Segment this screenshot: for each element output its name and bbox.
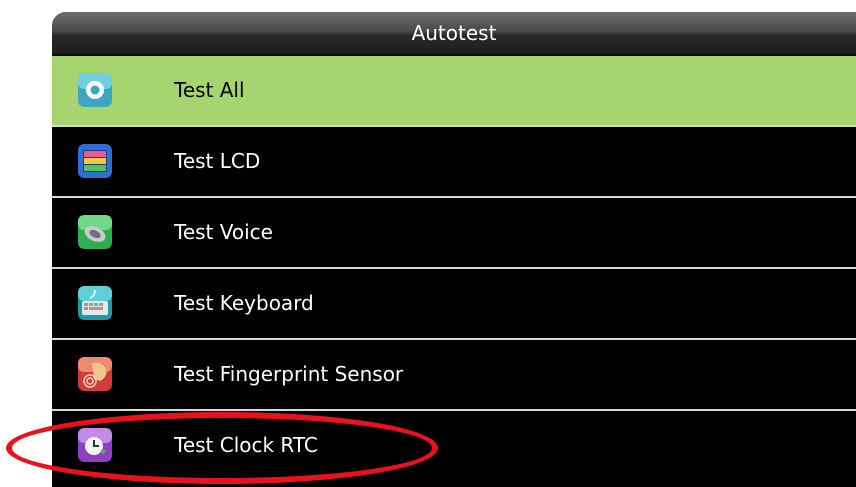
menu-item-label: Test Clock RTC bbox=[174, 433, 318, 457]
menu-item-test-lcd[interactable]: Test LCD bbox=[52, 127, 856, 198]
menu-item-label: Test Voice bbox=[174, 220, 273, 244]
speaker-icon bbox=[78, 215, 112, 249]
test-all-icon bbox=[78, 73, 112, 107]
title-bar: Autotest bbox=[52, 12, 856, 56]
menu-item-test-voice[interactable]: Test Voice bbox=[52, 198, 856, 269]
device-screen: Autotest Test All Test LCD Test Voice Te… bbox=[52, 12, 856, 487]
menu-item-label: Test Fingerprint Sensor bbox=[174, 362, 404, 386]
menu-item-test-keyboard[interactable]: Test Keyboard bbox=[52, 269, 856, 340]
menu-item-test-all[interactable]: Test All bbox=[52, 56, 856, 127]
menu-item-label: Test Keyboard bbox=[174, 291, 314, 315]
fingerprint-icon bbox=[78, 357, 112, 391]
menu-item-label: Test All bbox=[174, 78, 245, 102]
keyboard-icon bbox=[78, 286, 112, 320]
lcd-icon bbox=[78, 144, 112, 178]
clock-icon bbox=[78, 428, 112, 462]
menu-item-test-clock-rtc[interactable]: Test Clock RTC bbox=[52, 411, 856, 482]
menu-item-test-fingerprint-sensor[interactable]: Test Fingerprint Sensor bbox=[52, 340, 856, 411]
menu-item-label: Test LCD bbox=[174, 149, 261, 173]
page-title: Autotest bbox=[411, 21, 497, 45]
